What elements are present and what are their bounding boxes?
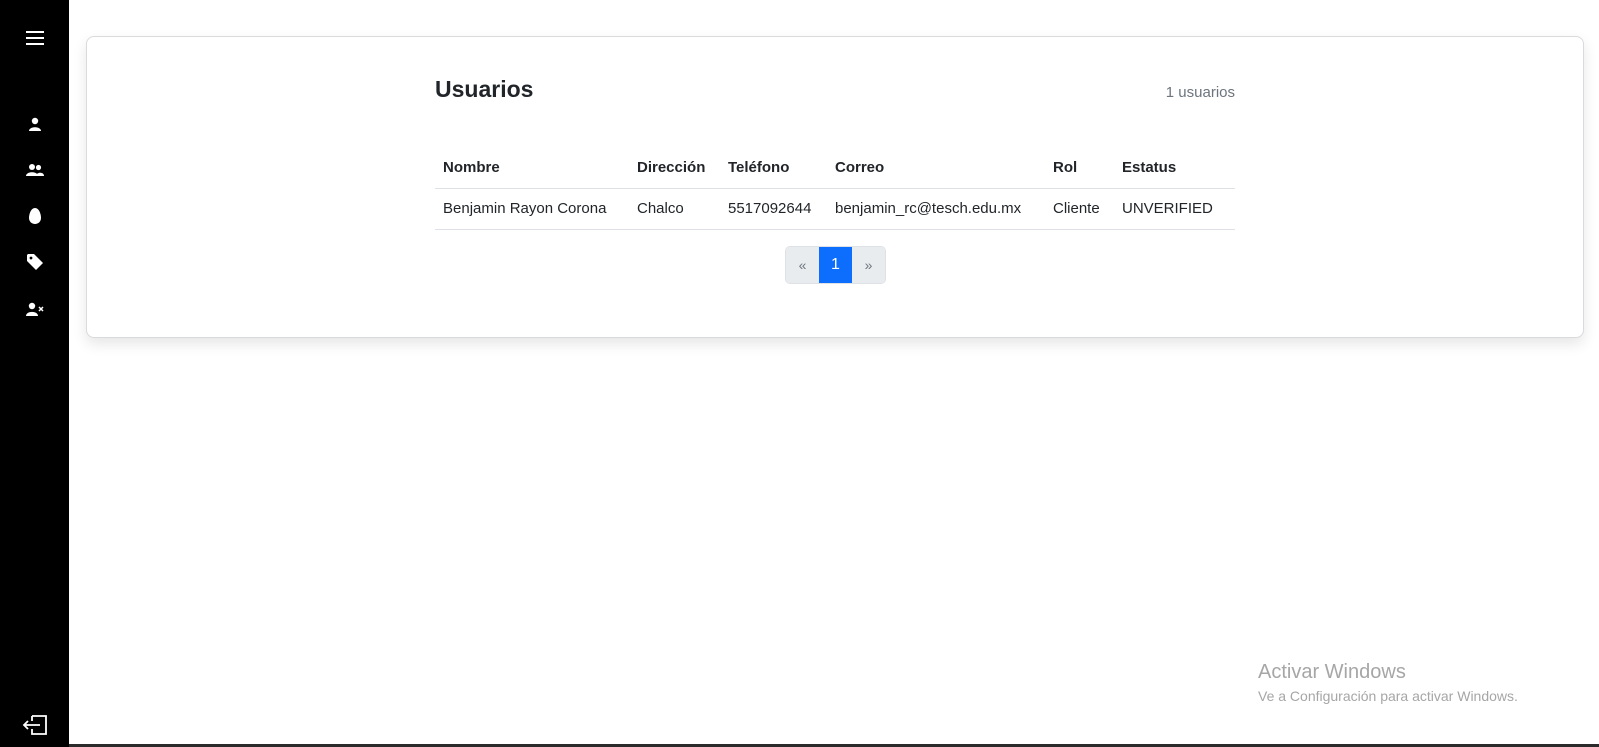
tag-icon (26, 254, 43, 270)
egg-icon (28, 208, 41, 224)
watermark-title: Activar Windows (1258, 661, 1406, 683)
logout-icon (22, 715, 47, 735)
column-header-rol: Rol (1045, 148, 1114, 189)
menu-icon (25, 31, 44, 45)
cell-direccion: Chalco (629, 188, 720, 230)
users-icon (25, 164, 44, 176)
sidebar-item-tags[interactable] (0, 244, 69, 280)
column-header-estatus: Estatus (1114, 148, 1235, 189)
sidebar (0, 0, 69, 747)
table-header-row: Nombre Dirección Teléfono Correo Rol Est… (435, 148, 1235, 189)
users-count: 1 usuarios (1165, 84, 1235, 101)
sidebar-item-users[interactable] (0, 152, 69, 188)
column-header-nombre: Nombre (435, 148, 629, 189)
table-row[interactable]: Benjamin Rayon Corona Chalco 5517092644 … (435, 188, 1235, 230)
cell-correo: benjamin_rc@tesch.edu.mx (827, 188, 1045, 230)
user-icon (28, 117, 41, 131)
cell-telefono: 5517092644 (720, 188, 827, 230)
sidebar-item-profile[interactable] (0, 106, 69, 142)
column-header-correo: Correo (827, 148, 1045, 189)
sidebar-item-remove-user[interactable] (0, 291, 69, 327)
pagination-prev-button[interactable]: « (786, 247, 819, 283)
page-title: Usuarios (435, 76, 534, 102)
pagination-next-button[interactable]: » (852, 247, 885, 283)
cell-nombre: Benjamin Rayon Corona (435, 188, 629, 230)
windows-activation-watermark: Activar Windows Ve a Configuración para … (1258, 661, 1518, 704)
cell-estatus: UNVERIFIED (1114, 188, 1235, 230)
sidebar-item-products[interactable] (0, 198, 69, 234)
column-header-direccion: Dirección (629, 148, 720, 189)
menu-toggle-button[interactable] (0, 20, 69, 56)
pagination: « 1 » (785, 246, 886, 284)
logout-button[interactable] (0, 707, 69, 743)
users-table: Nombre Dirección Teléfono Correo Rol Est… (435, 148, 1235, 230)
cell-rol: Cliente (1045, 188, 1114, 230)
user-x-icon (25, 302, 44, 316)
pagination-page-button[interactable]: 1 (819, 247, 852, 283)
watermark-subtitle: Ve a Configuración para activar Windows. (1258, 688, 1518, 704)
column-header-telefono: Teléfono (720, 148, 827, 189)
